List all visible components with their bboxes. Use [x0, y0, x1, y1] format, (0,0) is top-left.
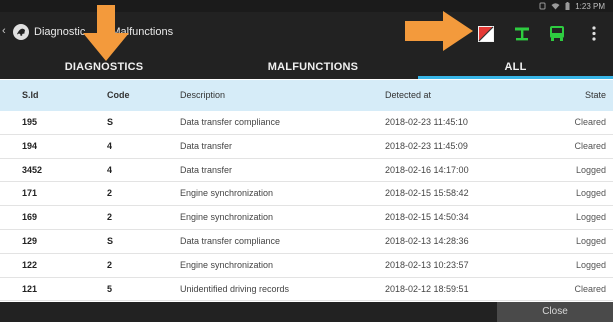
cell-id: 121 [22, 283, 38, 294]
cell-id: 195 [22, 117, 38, 127]
truck-icon[interactable] [549, 25, 565, 42]
cell-id: 129 [22, 235, 38, 246]
cell-state: Cleared [574, 140, 606, 151]
cell-detected-at: 2018-02-16 14:17:00 [385, 164, 469, 175]
cell-description: Data transfer compliance [180, 235, 281, 246]
cell-description: Data transfer compliance [180, 117, 281, 127]
status-time: 1:23 PM [575, 1, 605, 11]
cell-state: Cleared [574, 117, 606, 127]
cell-code: 5 [107, 283, 113, 294]
tab-selected-indicator [418, 76, 613, 79]
cell-description: Engine synchronization [180, 259, 274, 270]
cell-detected-at: 2018-02-15 14:50:34 [385, 212, 469, 223]
footer-bar: Close [0, 302, 613, 322]
table-row[interactable]: 169 2 Engine synchronization 2018-02-15 … [0, 206, 613, 230]
cell-state: Logged [575, 212, 606, 223]
header-detected-at[interactable]: Detected at [385, 80, 431, 111]
table-row[interactable]: 3452 4 Data transfer 2018-02-16 14:17:00… [0, 159, 613, 183]
cell-id: 171 [22, 188, 38, 199]
cell-detected-at: 2018-02-13 14:28:36 [385, 235, 469, 246]
tab-label: DIAGNOSTICS [64, 61, 144, 73]
table-row[interactable]: 171 2 Engine synchronization 2018-02-15 … [0, 182, 613, 207]
back-icon[interactable]: ‹ [2, 25, 6, 37]
tab-label: ALL [504, 61, 527, 73]
cell-id: 3452 [22, 164, 43, 175]
cell-code: 2 [107, 259, 113, 270]
table-row[interactable]: 122 2 Engine synchronization 2018-02-13 … [0, 254, 613, 278]
header-state[interactable]: State [585, 80, 606, 111]
signal-icon [539, 2, 546, 10]
cell-detected-at: 2018-02-23 11:45:10 [385, 117, 468, 127]
cell-code: S [107, 117, 114, 127]
cell-description: Unidentified driving records [180, 283, 290, 294]
tab-label: MALFUNCTIONS [267, 61, 359, 73]
header-code[interactable]: Code [107, 80, 130, 111]
cell-description: Data transfer [180, 140, 233, 151]
cell-description: Engine synchronization [180, 188, 274, 199]
cell-detected-at: 2018-02-15 15:58:42 [385, 188, 469, 199]
app-title-left: Diagnostic [34, 26, 86, 38]
tab-malfunctions[interactable]: MALFUNCTIONS [208, 56, 418, 79]
cell-detected-at: 2018-02-13 10:23:57 [385, 259, 469, 270]
wifi-icon [551, 2, 560, 10]
annotation-arrow-right-icon [405, 11, 473, 51]
table-header: S.Id Code Description Detected at State [0, 80, 613, 111]
cell-id: 169 [22, 212, 38, 223]
more-vert-icon[interactable] [590, 25, 598, 42]
cell-code: S [107, 235, 114, 246]
cell-code: 2 [107, 212, 113, 223]
table-row[interactable]: 194 4 Data transfer 2018-02-23 11:45:09 … [0, 135, 613, 159]
cell-state: Logged [575, 164, 606, 175]
close-button[interactable]: Close [497, 302, 613, 322]
header-id[interactable]: S.Id [22, 80, 39, 111]
cell-id: 122 [22, 259, 38, 270]
app-logo-icon [13, 24, 29, 40]
table-row[interactable]: 195 S Data transfer compliance 2018-02-2… [0, 111, 613, 135]
tab-all[interactable]: ALL [418, 56, 613, 79]
tool-icon[interactable] [514, 26, 530, 42]
cell-description: Engine synchronization [180, 212, 274, 223]
cell-state: Logged [575, 188, 606, 199]
cell-id: 194 [22, 140, 38, 151]
annotation-arrow-down-icon [83, 5, 129, 61]
cell-state: Cleared [574, 283, 606, 294]
cell-code: 4 [107, 140, 113, 151]
cell-code: 2 [107, 188, 113, 199]
table-row[interactable]: 129 S Data transfer compliance 2018-02-1… [0, 230, 613, 254]
cell-state: Logged [575, 235, 606, 246]
cell-state: Logged [575, 259, 606, 270]
cell-detected-at: 2018-02-23 11:45:09 [385, 140, 468, 151]
cell-description: Data transfer [180, 164, 233, 175]
table-row[interactable]: 121 5 Unidentified driving records 2018-… [0, 278, 613, 302]
cell-detected-at: 2018-02-12 18:59:51 [385, 283, 469, 294]
battery-icon [565, 2, 570, 10]
status-indicators: 1:23 PM [539, 1, 605, 11]
cell-code: 4 [107, 164, 113, 175]
header-description[interactable]: Description [180, 80, 225, 111]
status-square-icon[interactable] [478, 26, 494, 42]
table-body: 195 S Data transfer compliance 2018-02-2… [0, 111, 613, 302]
